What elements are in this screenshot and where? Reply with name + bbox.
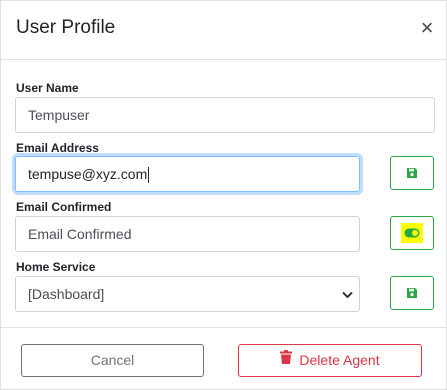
user-name-input[interactable]: Tempuser	[15, 97, 435, 133]
email-confirmed-field: Email Confirmed	[15, 216, 360, 252]
email-address-label: Email Address	[16, 141, 99, 155]
text-caret	[148, 167, 150, 184]
toggle-on-icon	[401, 223, 423, 243]
close-icon[interactable]: ×	[415, 16, 439, 40]
toggle-email-confirmed-button[interactable]	[390, 216, 434, 250]
chevron-down-icon	[341, 277, 353, 311]
dialog-title: User Profile	[16, 17, 116, 38]
save-icon	[406, 287, 418, 299]
email-confirmed-value: Email Confirmed	[28, 226, 132, 242]
save-email-button[interactable]	[390, 156, 434, 190]
trash-icon	[280, 344, 293, 375]
user-name-label: User Name	[16, 81, 79, 95]
save-home-service-button[interactable]	[390, 276, 434, 310]
home-service-label: Home Service	[16, 260, 96, 274]
email-address-input[interactable]: tempuse@xyz.com	[15, 156, 360, 192]
email-confirmed-label: Email Confirmed	[16, 200, 112, 214]
home-service-select[interactable]: [Dashboard]	[15, 276, 360, 312]
delete-agent-label: Delete Agent	[299, 352, 380, 368]
cancel-button[interactable]: Cancel	[21, 344, 204, 377]
user-profile-dialog: User Profile × User Name Tempuser Email …	[0, 0, 447, 390]
save-icon	[406, 167, 418, 179]
cancel-button-label: Cancel	[90, 352, 135, 368]
user-name-value: Tempuser	[28, 107, 90, 123]
email-address-value: tempuse@xyz.com	[28, 166, 148, 182]
dialog-header: User Profile ×	[1, 1, 446, 60]
home-service-value: [Dashboard]	[28, 286, 105, 302]
delete-agent-button[interactable]: Delete Agent	[238, 344, 422, 377]
dialog-footer: Cancel Delete Agent	[1, 327, 446, 389]
